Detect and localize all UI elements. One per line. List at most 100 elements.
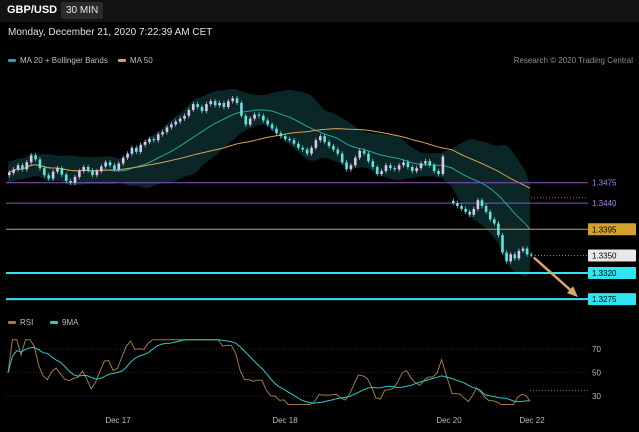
rsi-level-label-30: 30 — [592, 392, 601, 401]
candle-body — [310, 147, 313, 154]
candle-body — [56, 168, 59, 172]
candle-body — [165, 127, 169, 133]
candle-body — [183, 115, 186, 119]
candle-body — [327, 141, 331, 147]
candle-body — [205, 104, 208, 112]
candle-body — [441, 156, 445, 174]
candle-body — [209, 101, 213, 105]
candle-body — [275, 128, 278, 134]
candle-body — [345, 162, 348, 170]
candle-body — [231, 98, 234, 102]
candle-body — [371, 161, 375, 167]
price-chart[interactable]: 1.3475 1.3440 1.3395 1.3350 1.3320 1.3275 70 50… — [0, 0, 639, 432]
candle-body — [161, 132, 164, 135]
candle-body — [464, 208, 467, 212]
candle-body — [262, 115, 265, 121]
candle-body — [419, 163, 423, 169]
x-axis-label-dec-18: Dec 18 — [272, 416, 298, 425]
candle-body — [244, 115, 248, 125]
candle-body — [406, 162, 410, 167]
candle-body — [227, 101, 230, 108]
candle-body — [113, 165, 116, 170]
candle-body — [432, 165, 436, 172]
candle-body — [517, 250, 521, 259]
candle-body — [318, 136, 322, 141]
candle-body — [402, 162, 405, 166]
candle-body — [82, 167, 86, 172]
candle-body — [521, 248, 525, 251]
candle-body — [38, 159, 42, 169]
candle-body — [135, 147, 138, 152]
candle-body — [191, 104, 195, 110]
candle-body — [152, 139, 156, 141]
candle-body — [375, 167, 379, 174]
x-axis-label-dec-22: Dec 22 — [519, 416, 545, 425]
candle-body — [25, 162, 29, 170]
candle-body — [283, 136, 287, 140]
candle-body — [428, 161, 432, 166]
candle-body — [121, 157, 125, 164]
level-label-1-3440: 1.3440 — [592, 199, 617, 208]
candle-body — [60, 168, 64, 175]
candle-body — [501, 235, 504, 253]
candle-body — [64, 174, 68, 181]
candle-body — [393, 168, 397, 170]
candle-body — [529, 254, 533, 256]
candle-body — [323, 136, 326, 142]
candle-body — [248, 118, 252, 125]
candle-body — [12, 169, 15, 173]
candle-body — [143, 141, 147, 145]
candle-body — [460, 206, 463, 209]
candle-body — [314, 140, 318, 148]
candle-body — [99, 166, 103, 172]
candle-body — [509, 254, 512, 262]
candle-body — [305, 149, 309, 154]
candle-body — [358, 150, 361, 158]
candle-body — [513, 254, 517, 259]
candle-body — [362, 150, 366, 154]
candle-body — [257, 114, 261, 116]
candle-body — [266, 120, 270, 125]
candle-body — [222, 102, 226, 108]
candle-body — [292, 140, 296, 144]
candle-body — [78, 171, 81, 177]
candle-body — [456, 203, 459, 207]
candle-body — [117, 163, 121, 170]
candle-body — [240, 102, 243, 116]
candle-body — [367, 153, 370, 162]
candle-body — [340, 153, 344, 163]
candle-body — [336, 149, 340, 154]
rsi-level-label-50: 50 — [592, 369, 601, 378]
candle-body — [279, 133, 283, 137]
candle-body — [213, 101, 217, 106]
candle-body — [156, 134, 160, 141]
candle-body — [148, 139, 151, 142]
candle-body — [505, 252, 508, 262]
candle-body — [354, 157, 357, 166]
candle-body — [480, 200, 484, 207]
candle-body — [43, 168, 46, 176]
level-label-1-3275: 1.3275 — [592, 295, 617, 304]
candle-body — [200, 107, 204, 112]
candle-body — [380, 171, 383, 174]
candle-body — [424, 161, 427, 164]
rsi-level-label-70: 70 — [592, 345, 601, 354]
candle-body — [69, 180, 72, 183]
candle-body — [493, 219, 496, 224]
candle-body — [389, 165, 392, 169]
candle-body — [86, 167, 90, 171]
candle-body — [187, 109, 191, 116]
x-axis-label-dec-20: Dec 20 — [436, 416, 462, 425]
candle-body — [525, 248, 529, 255]
candle-body — [349, 165, 353, 170]
candle-body — [297, 143, 300, 148]
candle-body — [488, 211, 492, 220]
level-label-1-3475: 1.3475 — [592, 179, 617, 188]
candle-body — [384, 165, 388, 172]
candle-body — [95, 171, 99, 176]
candle-body — [34, 155, 37, 160]
candle-body — [16, 165, 20, 170]
candle-body — [130, 147, 134, 154]
candle-body — [73, 176, 77, 183]
forecast-arrow-line — [533, 256, 575, 295]
